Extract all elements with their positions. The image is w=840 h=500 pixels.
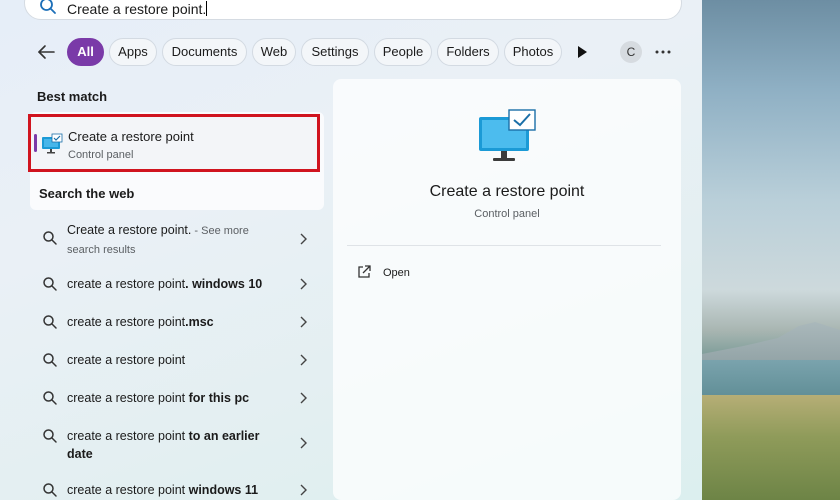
- open-action[interactable]: Open: [383, 267, 410, 279]
- web-result-1[interactable]: create a restore point. windows 10: [30, 274, 320, 294]
- search-icon: [43, 391, 57, 405]
- search-icon: [43, 231, 57, 245]
- back-arrow-icon[interactable]: [36, 42, 56, 62]
- search-icon: [43, 429, 57, 443]
- web-result-3[interactable]: create a restore point: [30, 350, 320, 370]
- wallpaper-lake: [702, 360, 840, 400]
- search-input[interactable]: Create a restore point.: [24, 0, 682, 20]
- web-result-6[interactable]: create a restore point windows 11: [30, 480, 320, 500]
- open-external-icon[interactable]: [357, 265, 371, 279]
- chevron-right-icon: [300, 316, 307, 328]
- web-result-text: create a restore point for this pc: [67, 391, 250, 405]
- chevron-right-icon: [300, 278, 307, 290]
- detail-pane: Create a restore point Control panel Ope…: [333, 79, 681, 500]
- detail-divider: [347, 245, 661, 246]
- web-result-5[interactable]: create a restore point to an earlier dat…: [30, 426, 320, 466]
- web-result-text: Create a restore point. - See more searc…: [67, 223, 249, 256]
- detail-subtitle: Control panel: [474, 208, 540, 220]
- account-avatar[interactable]: C: [620, 41, 642, 63]
- chevron-right-icon: [300, 233, 307, 245]
- monitor-check-icon: [42, 133, 63, 154]
- filter-chip-documents[interactable]: Documents: [162, 38, 247, 66]
- web-result-0[interactable]: Create a restore point. - See more searc…: [30, 220, 320, 260]
- filter-chip-all[interactable]: All: [67, 38, 104, 66]
- web-result-text: create a restore point to an earlier dat…: [67, 429, 260, 461]
- wallpaper-field: [702, 395, 840, 500]
- web-result-4[interactable]: create a restore point for this pc: [30, 388, 320, 408]
- best-match-title: Create a restore point: [68, 129, 194, 144]
- desktop-wallpaper: [702, 0, 840, 500]
- search-icon: [40, 0, 56, 14]
- web-result-text: create a restore point. windows 10: [67, 277, 263, 291]
- search-icon: [43, 277, 57, 291]
- web-result-text: create a restore point: [67, 353, 186, 367]
- search-query: Create a restore point.: [67, 1, 208, 17]
- text-caret: [206, 1, 208, 16]
- chevron-right-icon: [300, 437, 307, 449]
- filter-chip-web[interactable]: Web: [252, 38, 296, 66]
- chevron-right-icon: [300, 354, 307, 366]
- web-result-2[interactable]: create a restore point.msc: [30, 312, 320, 332]
- more-options-icon[interactable]: [654, 44, 672, 60]
- detail-title: Create a restore point: [429, 183, 585, 200]
- search-web-heading: Search the web: [39, 186, 135, 201]
- selection-indicator: [34, 134, 37, 152]
- search-icon: [43, 315, 57, 329]
- best-match-heading: Best match: [37, 89, 108, 104]
- filter-chip-folders[interactable]: Folders: [437, 38, 499, 66]
- search-icon: [43, 483, 57, 497]
- more-filters-play-icon[interactable]: [576, 45, 588, 59]
- best-match-subtitle: Control panel: [68, 149, 134, 161]
- web-result-text: create a restore point.msc: [67, 315, 214, 329]
- web-result-text: create a restore point windows 11: [67, 483, 259, 497]
- search-panel: Create a restore point. All Apps Documen…: [0, 0, 702, 500]
- wallpaper-mountain: [702, 322, 840, 362]
- search-icon: [43, 353, 57, 367]
- chevron-right-icon: [300, 392, 307, 404]
- filter-chip-people[interactable]: People: [374, 38, 432, 66]
- best-match-item[interactable]: Create a restore point Control panel: [28, 114, 320, 172]
- filter-chip-photos[interactable]: Photos: [504, 38, 562, 66]
- chevron-right-icon: [300, 484, 307, 496]
- filter-chip-settings[interactable]: Settings: [301, 38, 369, 66]
- monitor-check-icon: [479, 109, 536, 161]
- filter-chip-apps[interactable]: Apps: [109, 38, 157, 66]
